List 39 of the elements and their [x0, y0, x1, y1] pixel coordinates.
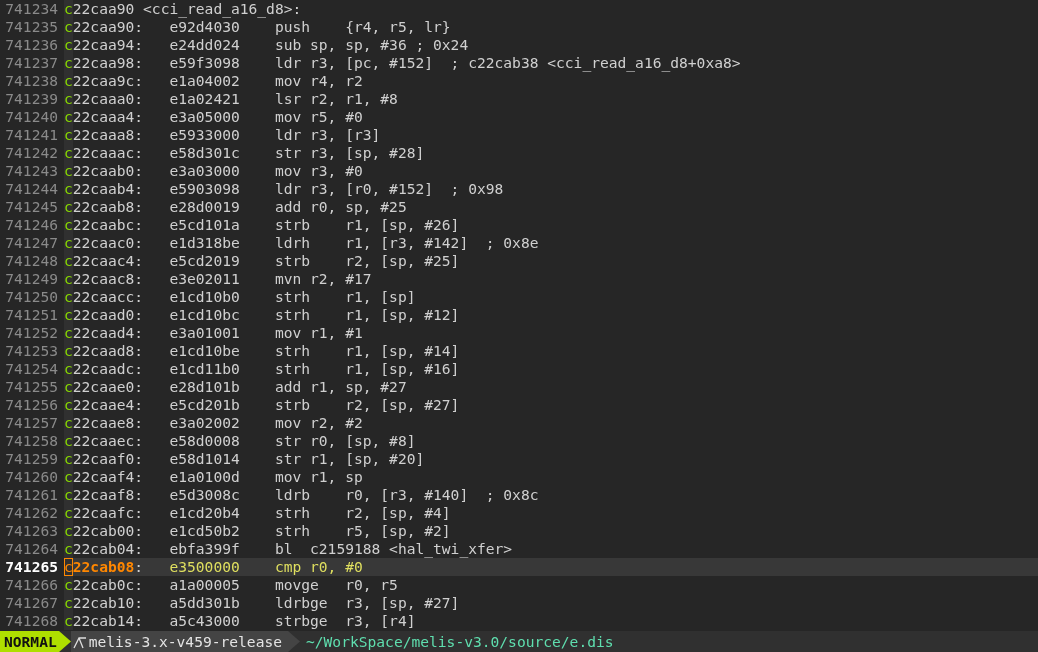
code-line: c22caaf8: e5d3008c ldrb r0, [r3, #140] ; 0x8c — [64, 486, 539, 504]
code-line: c22caa90 <cci_read_a16_d8>: — [64, 0, 302, 18]
code-line: c22caaa4: e3a05000 mov r5, #0 — [64, 108, 363, 126]
code-line: c22caad4: e3a01001 mov r1, #1 — [64, 324, 363, 342]
code-line: c22caae4: e5cd201b strb r2, [sp, #27] — [64, 396, 460, 414]
code-line: c22caafc: e1cd20b4 strh r2, [sp, #4] — [64, 504, 451, 522]
branch-icon — [72, 634, 87, 649]
code-line: c22caabc: e5cd101a strb r1, [sp, #26] — [64, 216, 460, 234]
code-line: c22caab8: e28d0019 add r0, sp, #25 — [64, 198, 407, 216]
code-line: c22caa9c: e1a04002 mov r4, r2 — [64, 72, 363, 90]
code-line: c22caae8: e3a02002 mov r2, #2 — [64, 414, 363, 432]
separator-arrow-icon — [58, 631, 71, 652]
code-line: c22caae0: e28d101b add r1, sp, #27 — [64, 378, 407, 396]
code-line: c22caaa8: e5933000 ldr r3, [r3] — [64, 126, 381, 144]
code-line: c22caac4: e5cd2019 strb r2, [sp, #25] — [64, 252, 460, 270]
code-line: c22caac8: e3e02011 mvn r2, #17 — [64, 270, 372, 288]
code-line: c22caa98: e59f3098 ldr r3, [pc, #152] ; c22cab38 <cci_read_a16_d8+0xa8> — [64, 54, 741, 72]
branch-name: melis-3.x-v459-release — [88, 632, 282, 652]
code-line: c22cab04: ebfa399f bl c2159188 <hal_twi_xfer> — [64, 540, 513, 558]
code-line: c22caad0: e1cd10bc strh r1, [sp, #12] — [64, 306, 460, 324]
code-line: c22caa90: e92d4030 push {r4, r5, lr} — [64, 18, 451, 36]
code-line: c22caacc: e1cd10b0 strh r1, [sp] — [64, 288, 416, 306]
code-line: c22caad8: e1cd10be strh r1, [sp, #14] — [64, 342, 460, 360]
code-line: c22cab00: e1cd50b2 strh r5, [sp, #2] — [64, 522, 451, 540]
code-line: c22caaa0: e1a02421 lsr r2, r1, #8 — [64, 90, 398, 108]
code-line: c22caa94: e24dd024 sub sp, sp, #36 ; 0x24 — [64, 36, 469, 54]
code-line: c22caac0: e1d318be ldrh r1, [r3, #142] ; 0x8e — [64, 234, 539, 252]
code-line: c22cab10: a5dd301b ldrbge r3, [sp, #27] — [64, 594, 460, 612]
code-line: c22caaf0: e58d1014 str r1, [sp, #20] — [64, 450, 425, 468]
code-line: c22cab0c: a1a00005 movge r0, r5 — [64, 576, 398, 594]
code-line: c22caab4: e5903098 ldr r3, [r0, #152] ; 0x98 — [64, 180, 504, 198]
line-number: 741265 — [0, 558, 64, 576]
code-line: c22cab14: a5c43000 strbge r3, [r4] — [64, 612, 416, 630]
code-line: c22caab0: e3a03000 mov r3, #0 — [64, 162, 363, 180]
code-line: c22caadc: e1cd11b0 strh r1, [sp, #16] — [64, 360, 460, 378]
code-line: c22caaac: e58d301c str r3, [sp, #28] — [64, 144, 425, 162]
file-path: ~/WorkSpace/melis-v3.0/source/e.dis — [305, 632, 614, 652]
code-line: c22caaf4: e1a0100d mov r1, sp — [64, 468, 363, 486]
code-line: c22caaec: e58d0008 str r0, [sp, #8] — [64, 432, 416, 450]
